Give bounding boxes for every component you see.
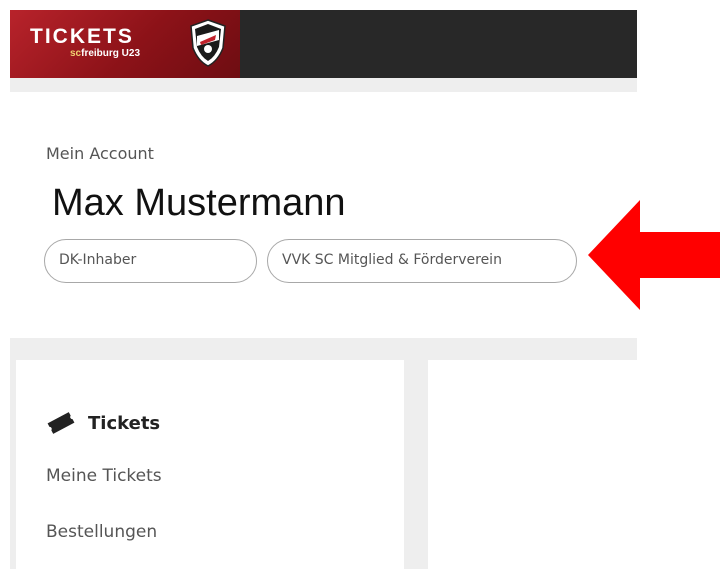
sidebar-section-title: Tickets xyxy=(88,412,161,434)
logo-title: TICKETS xyxy=(30,25,134,48)
ticket-icon xyxy=(47,412,75,434)
content-panel xyxy=(428,360,637,569)
logo-subtitle: scfreiburg U23 xyxy=(70,48,141,59)
column-gutter xyxy=(404,360,428,569)
header-divider xyxy=(10,78,637,92)
sidebar-link-meine-tickets[interactable]: Meine Tickets xyxy=(46,466,162,486)
sidebar-section-tickets: Tickets xyxy=(46,408,160,438)
sidebar-link-bestellungen[interactable]: Bestellungen xyxy=(46,522,157,542)
club-crest-icon xyxy=(190,19,226,67)
membership-badge-vvk-sc-mitglied[interactable]: VVK SC Mitglied & Förderverein xyxy=(267,239,577,283)
user-name: Max Mustermann xyxy=(52,182,346,224)
top-navigation-bar: TICKETS scfreiburg U23 xyxy=(10,10,637,78)
account-label: Mein Account xyxy=(46,144,154,163)
red-arrow-annotation-icon xyxy=(588,200,720,310)
section-divider xyxy=(10,338,637,360)
site-logo[interactable]: TICKETS scfreiburg U23 xyxy=(10,10,240,78)
membership-badge-dk-inhaber[interactable]: DK-Inhaber xyxy=(44,239,257,283)
